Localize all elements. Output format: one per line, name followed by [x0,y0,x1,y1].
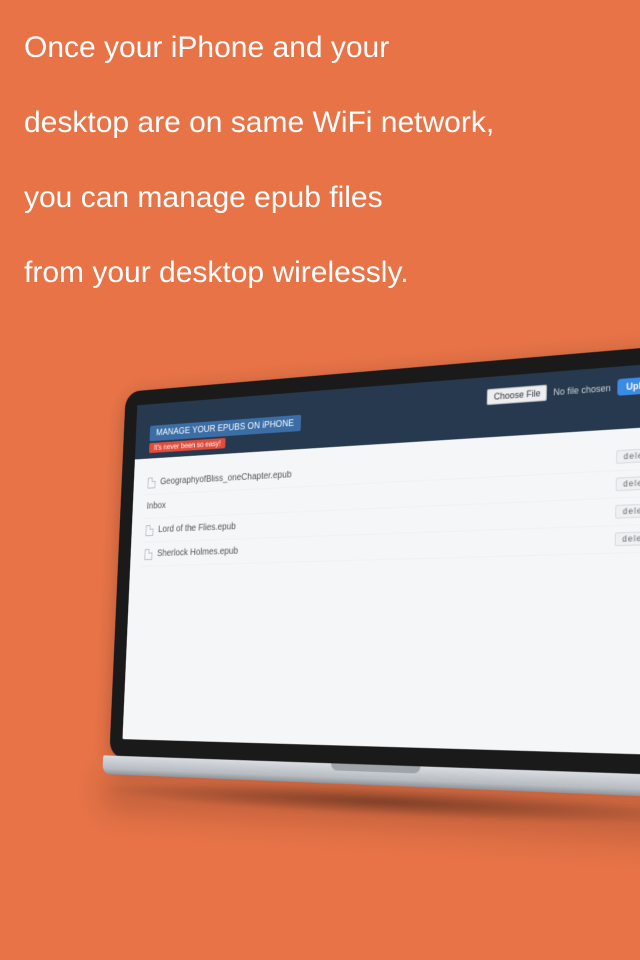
promo-text-block: Once your iPhone and your desktop are on… [0,0,640,292]
file-name: Inbox [146,501,166,512]
file-name: Lord of the Flies.epub [158,522,236,535]
delete-button[interactable]: delete [616,448,640,464]
document-icon [145,524,153,535]
laptop-screen-bezel: MANAGE YOUR EPUBS ON iPHONE It's never b… [109,343,640,778]
upload-area: Choose File No file chosen Upload [487,375,640,405]
upload-button[interactable]: Upload [617,375,640,396]
laptop-device: MANAGE YOUR EPUBS ON iPHONE It's never b… [109,343,640,789]
delete-button[interactable]: delete [616,475,640,491]
promo-line-4: from your desktop wirelessly. [24,253,616,292]
promo-line-1: Once your iPhone and your [24,28,616,67]
document-icon [144,548,152,559]
file-name: Sherlock Holmes.epub [157,546,238,559]
delete-button[interactable]: delete [615,531,640,546]
webpage-title-badge: MANAGE YOUR EPUBS ON iPHONE [150,415,302,441]
choose-file-button[interactable]: Choose File [487,385,548,406]
laptop-mockup: MANAGE YOUR EPUBS ON iPHONE It's never b… [40,370,640,850]
file-name: GeographyofBliss_oneChapter.epub [160,470,292,487]
laptop-screen: MANAGE YOUR EPUBS ON iPHONE It's never b… [122,362,640,756]
no-file-chosen-label: No file chosen [553,383,611,398]
document-icon [147,477,155,488]
delete-button[interactable]: delete [615,503,640,519]
promo-line-3: you can manage epub files [24,178,616,217]
promo-line-2: desktop are on same WiFi network, [24,103,616,142]
